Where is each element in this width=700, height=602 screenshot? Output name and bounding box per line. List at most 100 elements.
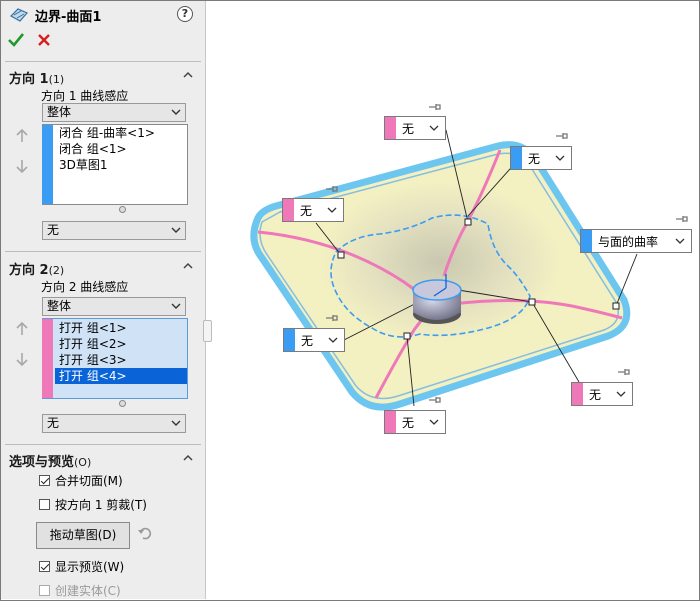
graphics-viewport[interactable]: 无 无 无 与面的曲率 无 无 无 [207, 1, 698, 599]
pin-icon[interactable] [675, 215, 689, 223]
direction1-tangency-label: 方向 1 曲线感应 [41, 89, 129, 103]
pin-icon[interactable] [428, 103, 442, 111]
callout-color-tab [572, 383, 583, 405]
direction2-end-condition-select[interactable]: 无 [42, 414, 186, 433]
end-condition-callout[interactable]: 与面的曲率 [580, 229, 692, 253]
resize-grip-icon[interactable] [119, 206, 126, 213]
options-heading-text: 选项与预览 [9, 455, 75, 470]
chevron-down-icon [616, 391, 626, 397]
chevron-down-icon [171, 109, 181, 115]
collapse-chevron-up-icon[interactable] [182, 260, 194, 272]
help-icon[interactable]: ? [177, 6, 193, 22]
chevron-down-icon [171, 420, 181, 426]
direction2-tangency-label: 方向 2 曲线感应 [41, 280, 129, 294]
end-condition-callout[interactable]: 无 [282, 198, 344, 222]
direction1-end-value: 无 [47, 223, 60, 237]
callout-value: 无 [528, 151, 541, 166]
direction2-end-value: 无 [47, 416, 60, 430]
cylinder-top [412, 279, 462, 301]
direction2-tangency-select[interactable]: 整体 [42, 297, 186, 316]
feature-title: 边界-曲面1 [9, 5, 101, 25]
chevron-down-icon [555, 155, 565, 161]
collapse-chevron-up-icon[interactable] [182, 452, 194, 464]
checkbox-checked[interactable] [39, 474, 50, 486]
show-preview-checkbox[interactable]: 显示预览(W) [39, 558, 124, 574]
drag-sketch-button[interactable]: 拖动草图(D) [36, 522, 130, 549]
merge-tangent-label: 合并切面(M) [55, 473, 123, 488]
direction1-end-condition-select[interactable]: 无 [42, 221, 186, 240]
direction2-heading[interactable]: 方向 2(2) [9, 259, 64, 278]
options-count: (O) [74, 456, 92, 469]
show-preview-label: 显示预览(W) [55, 559, 125, 574]
callout-color-tab [385, 117, 396, 139]
end-condition-callout[interactable]: 无 [283, 328, 345, 352]
callout-color-tab [284, 329, 295, 351]
pin-icon[interactable] [325, 314, 339, 322]
options-heading[interactable]: 选项与预览(O) [9, 451, 91, 470]
move-up-arrow-icon[interactable] [15, 321, 29, 337]
cancel-x-icon[interactable] [36, 32, 52, 48]
chevron-down-icon [327, 207, 337, 213]
list-item-selected[interactable]: 打开 组<4> [55, 368, 187, 384]
callout-color-tab [283, 199, 294, 221]
separator [5, 444, 201, 445]
ok-check-icon[interactable] [7, 31, 25, 49]
direction1-heading[interactable]: 方向 1(1) [9, 68, 64, 87]
callout-value: 无 [301, 333, 314, 348]
create-solid-checkbox: 创建实体(C) [39, 582, 121, 598]
list-item[interactable]: 打开 组<1> [55, 320, 187, 336]
move-down-arrow-icon[interactable] [15, 158, 29, 174]
direction1-tangency-value: 整体 [47, 105, 72, 119]
chevron-down-icon [675, 238, 685, 244]
pin-icon[interactable] [555, 132, 569, 140]
end-condition-callout[interactable]: 无 [510, 146, 572, 170]
callout-color-tab [385, 411, 396, 433]
move-down-arrow-icon[interactable] [15, 351, 29, 367]
chevron-down-icon [171, 227, 181, 233]
callout-color-tab [581, 230, 592, 252]
checkbox-unchecked[interactable] [39, 498, 50, 510]
direction1-curves-list[interactable]: 闭合 组-曲率<1> 闭合 组<1> 3D草图1 [42, 124, 188, 205]
list-item[interactable]: 打开 组<3> [55, 352, 187, 368]
direction2-curves-list[interactable]: 打开 组<1> 打开 组<2> 打开 组<3> 打开 组<4> [42, 318, 188, 399]
callout-color-tab [511, 147, 522, 169]
checkbox-checked[interactable] [39, 560, 50, 572]
feature-title-text: 边界-曲面1 [35, 9, 102, 25]
direction1-heading-text: 方向 1 [9, 72, 49, 87]
resize-grip-icon[interactable] [119, 400, 126, 407]
callout-value: 无 [402, 415, 415, 430]
direction2-tangency-value: 整体 [47, 299, 72, 313]
merge-tangent-checkbox[interactable]: 合并切面(M) [39, 472, 123, 488]
direction1-tangency-select[interactable]: 整体 [42, 103, 186, 122]
trim-by-direction1-checkbox[interactable]: 按方向 1 剪裁(T) [39, 496, 147, 512]
property-manager-panel: 边界-曲面1 ? 方向 1(1) 方向 1 曲线感应 整体 闭合 组-曲率<1>… [1, 1, 206, 599]
direction2-color-bar [42, 319, 53, 398]
chevron-down-icon [171, 303, 181, 309]
callout-value: 与面的曲率 [598, 234, 659, 249]
list-item[interactable]: 打开 组<2> [55, 336, 187, 352]
end-condition-callout[interactable]: 无 [384, 116, 446, 140]
end-condition-callout[interactable]: 无 [571, 382, 633, 406]
pin-icon[interactable] [617, 368, 631, 376]
list-item[interactable]: 3D草图1 [55, 157, 187, 173]
callout-value: 无 [589, 387, 602, 402]
direction2-count: (2) [48, 264, 65, 277]
create-solid-label: 创建实体(C) [55, 583, 121, 598]
undo-icon[interactable] [137, 525, 153, 541]
callout-value: 无 [300, 203, 313, 218]
list-item[interactable]: 闭合 组<1> [55, 141, 187, 157]
surface-preview [250, 129, 638, 411]
list-item[interactable]: 闭合 组-曲率<1> [55, 125, 187, 141]
end-condition-callout[interactable]: 无 [384, 410, 446, 434]
trim-label: 按方向 1 剪裁(T) [55, 497, 147, 512]
callout-value: 无 [402, 121, 415, 136]
separator [5, 61, 201, 62]
direction1-color-bar [42, 125, 53, 204]
pin-icon[interactable] [325, 185, 339, 193]
separator [5, 251, 201, 252]
direction1-count: (1) [48, 73, 65, 86]
chevron-down-icon [429, 419, 439, 425]
collapse-chevron-up-icon[interactable] [182, 69, 194, 81]
move-up-arrow-icon[interactable] [15, 128, 29, 144]
pin-icon[interactable] [428, 396, 442, 404]
